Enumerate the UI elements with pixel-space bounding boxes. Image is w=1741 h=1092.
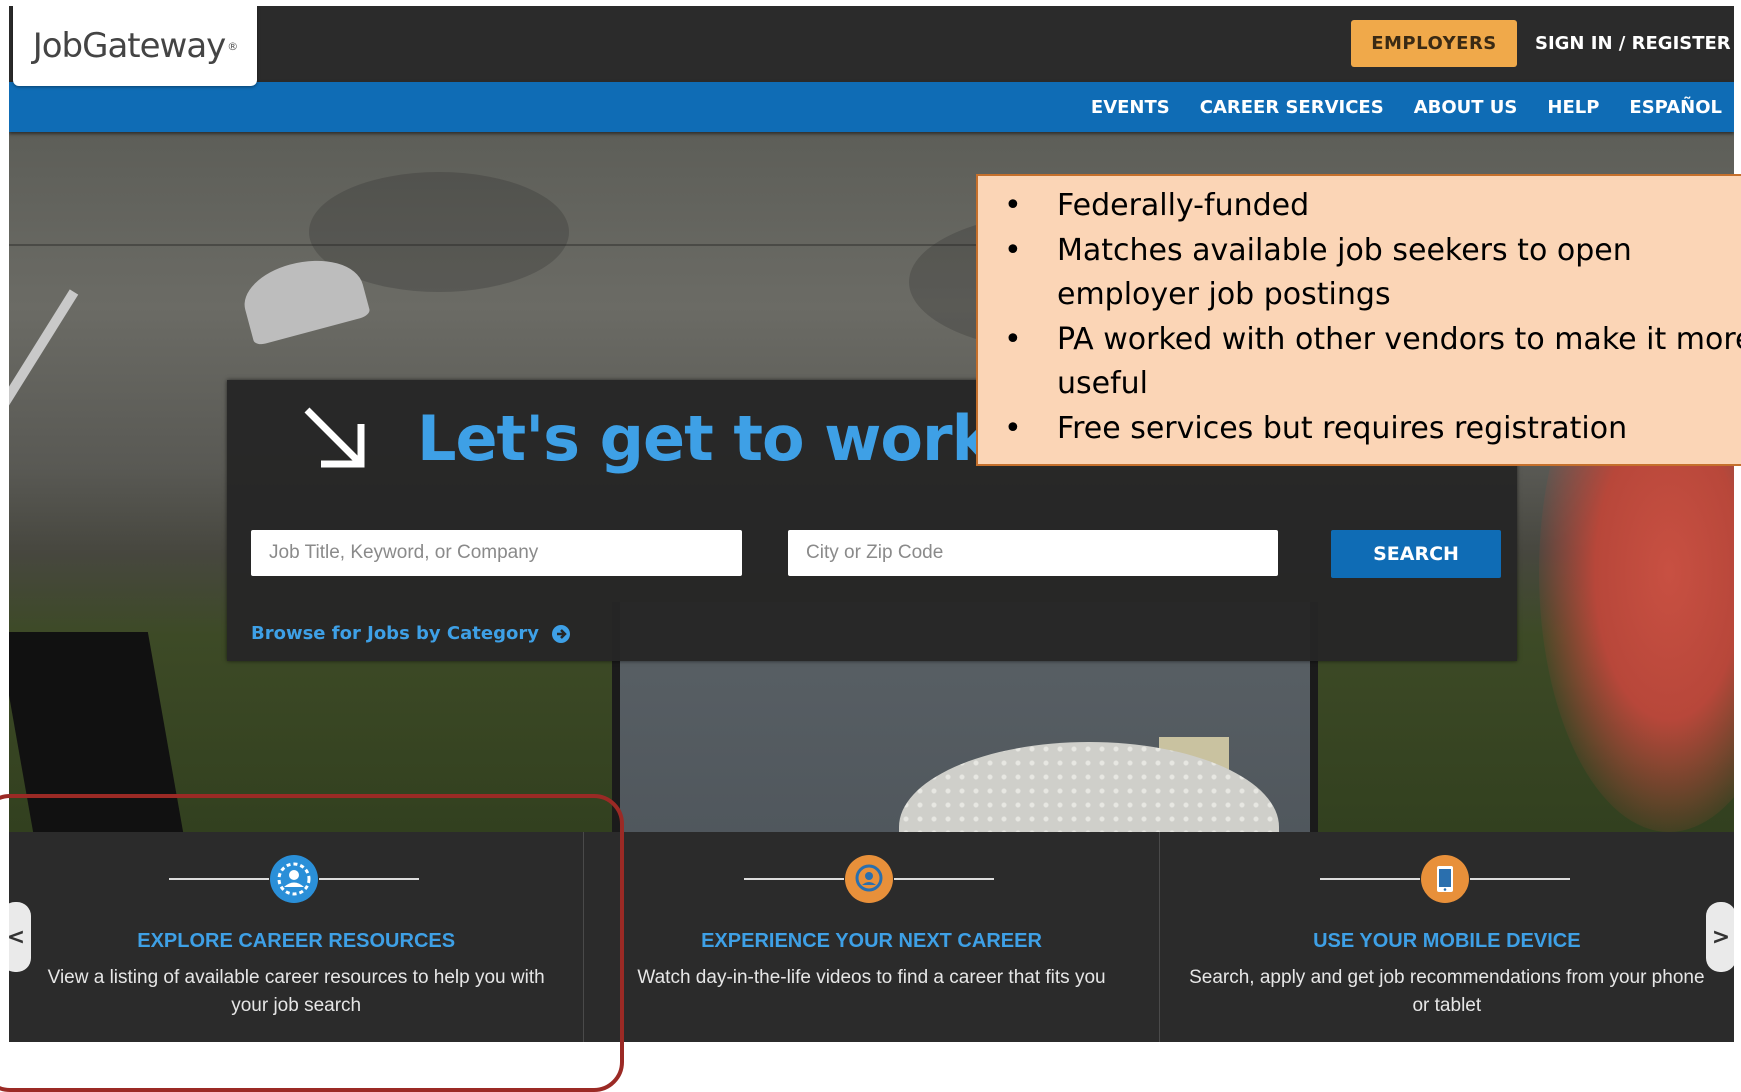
- feature-card-career-resources[interactable]: EXPLORE CAREER RESOURCES View a listing …: [9, 832, 585, 1042]
- divider: [1469, 878, 1570, 880]
- arrow-down-right-icon: [304, 407, 365, 468]
- card-title: USE YOUR MOBILE DEVICE: [1313, 930, 1581, 952]
- feature-card-mobile[interactable]: USE YOUR MOBILE DEVICE Search, apply and…: [1160, 832, 1734, 1042]
- callout-line-continued: useful: [978, 362, 1741, 407]
- location-input[interactable]: [788, 530, 1278, 576]
- nav-events[interactable]: EVENTS: [1091, 97, 1170, 118]
- feature-cards: EXPLORE CAREER RESOURCES View a listing …: [9, 832, 1734, 1042]
- callout-text: Free services but requires registration: [1057, 410, 1628, 446]
- callout-line-continued: employer job postings: [978, 273, 1741, 318]
- nav-espanol[interactable]: ESPAÑOL: [1629, 97, 1722, 118]
- nav-career-services[interactable]: CAREER SERVICES: [1200, 97, 1384, 118]
- logo-text: JobGateway: [32, 26, 227, 66]
- employers-button[interactable]: EMPLOYERS: [1351, 20, 1517, 67]
- annotation-callout: • Federally-funded • Matches available job…: [976, 174, 1741, 466]
- browse-categories-label: Browse for Jobs by Category: [251, 623, 539, 644]
- top-bar: JobGateway ® EMPLOYERS SIGN IN / REGISTER: [9, 6, 1734, 86]
- bullet: •: [1004, 321, 1022, 357]
- divider: [894, 878, 995, 880]
- carousel-prev-button[interactable]: <: [9, 902, 31, 972]
- search-headline: Let's get to work.: [417, 402, 1015, 475]
- divider: [744, 878, 845, 880]
- bullet: •: [1004, 232, 1022, 268]
- feature-card-next-career[interactable]: EXPERIENCE YOUR NEXT CAREER Watch day-in…: [584, 832, 1160, 1042]
- video-career-icon: [845, 855, 894, 903]
- keyword-input[interactable]: [251, 530, 742, 576]
- card-description: Search, apply and get job recommendation…: [1189, 967, 1705, 1016]
- card-title: EXPERIENCE YOUR NEXT CAREER: [701, 930, 1042, 952]
- callout-text: Federally-funded: [1057, 188, 1310, 223]
- callout-line: • Free services but requires registration: [978, 407, 1741, 452]
- logo-registered-mark: ®: [227, 39, 238, 53]
- nav-help[interactable]: HELP: [1547, 97, 1599, 118]
- bullet: •: [1004, 410, 1022, 446]
- circle-arrow-right-icon: [551, 624, 570, 643]
- callout-line: • Federally-funded: [978, 184, 1741, 229]
- browse-categories-link[interactable]: Browse for Jobs by Category: [251, 623, 571, 644]
- card-title: EXPLORE CAREER RESOURCES: [137, 930, 456, 952]
- jobgateway-logo[interactable]: JobGateway ®: [13, 6, 257, 86]
- nav-about-us[interactable]: ABOUT US: [1414, 97, 1518, 118]
- card-description: Watch day-in-the-life videos to find a c…: [637, 967, 1106, 988]
- monitor-left-image: [9, 632, 191, 832]
- search-button[interactable]: SEARCH: [1331, 530, 1501, 578]
- callout-text: employer job postings: [1057, 277, 1391, 312]
- bullet: •: [1004, 188, 1022, 223]
- main-nav: EVENTS CAREER SERVICES ABOUT US HELP ESP…: [9, 82, 1734, 132]
- browser-frame: JobGateway ® EMPLOYERS SIGN IN / REGISTER…: [9, 6, 1734, 1042]
- carousel-next-button[interactable]: >: [1706, 902, 1734, 972]
- lamp-arm-image: [9, 289, 79, 651]
- mobile-device-icon: [1420, 855, 1469, 903]
- card-description: View a listing of available career resou…: [47, 967, 545, 1016]
- sign-in-register-link[interactable]: SIGN IN / REGISTER: [1535, 20, 1731, 67]
- callout-text: PA worked with other vendors to make it …: [1057, 321, 1741, 357]
- career-resources-icon: [270, 855, 318, 903]
- divider: [319, 878, 419, 880]
- callout-list: • Federally-funded • Matches available job…: [978, 176, 1741, 451]
- callout-line: • PA worked with other vendors to make it…: [978, 318, 1741, 363]
- divider: [1319, 878, 1420, 880]
- callout-text: useful: [1057, 366, 1149, 401]
- divider: [169, 878, 269, 880]
- callout-text: Matches available job seekers to open: [1057, 232, 1632, 268]
- callout-line: • Matches available job seekers to open: [978, 229, 1741, 274]
